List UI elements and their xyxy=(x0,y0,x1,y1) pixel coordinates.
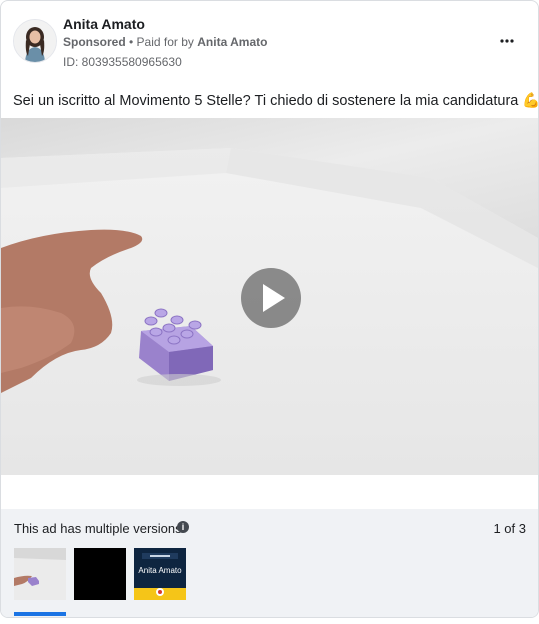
video-footer-space xyxy=(1,475,538,509)
sponsored-label: Sponsored xyxy=(63,35,126,49)
more-options-button[interactable] xyxy=(493,29,521,53)
meta-separator: • xyxy=(125,35,137,49)
version-thumbnail-1[interactable] xyxy=(14,548,66,600)
info-icon[interactable]: i xyxy=(177,521,189,533)
advertiser-avatar[interactable] xyxy=(13,19,57,63)
version-thumbnail-3[interactable]: Anita Amato xyxy=(134,548,186,600)
version-thumbnail-2[interactable] xyxy=(74,548,126,600)
ad-body-text: Sei un iscritto al Movimento 5 Stelle? T… xyxy=(13,93,539,109)
ad-card: Anita Amato Sponsored • Paid for by Anit… xyxy=(0,0,539,618)
sponsored-line: Sponsored • Paid for by Anita Amato xyxy=(63,35,267,49)
ad-id: ID: 803935580965630 xyxy=(63,55,182,69)
play-button[interactable] xyxy=(241,268,301,328)
paid-for-by-label: Paid for by xyxy=(136,35,198,49)
active-thumbnail-indicator xyxy=(14,612,66,616)
more-horizontal-icon xyxy=(500,39,514,43)
versions-label: This ad has multiple versions xyxy=(14,521,182,536)
advertiser-name[interactable]: Anita Amato xyxy=(63,16,145,32)
version-counter: 1 of 3 xyxy=(493,521,526,536)
play-icon xyxy=(263,284,285,312)
payer-name[interactable]: Anita Amato xyxy=(197,35,267,49)
thumbnail-3-text: Anita Amato xyxy=(138,566,182,575)
